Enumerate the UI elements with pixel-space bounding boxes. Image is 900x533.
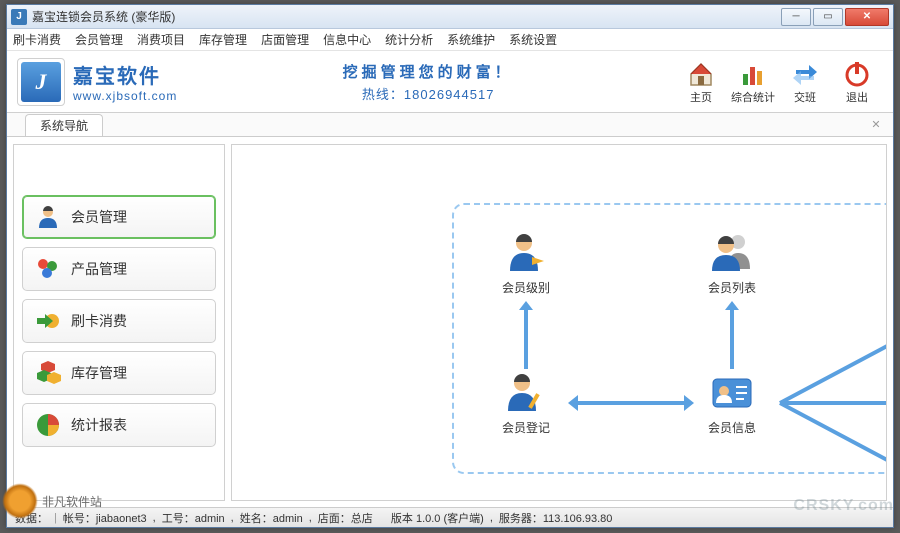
stats-button[interactable]: 综合统计: [731, 59, 775, 105]
shapes-icon: [35, 256, 61, 282]
boxes-icon: [35, 360, 61, 386]
app-window: J 嘉宝连锁会员系统 (豪华版) ─ ▭ ✕ 刷卡消费 会员管理 消费项目 库存…: [6, 4, 894, 528]
workspace: 会员管理 产品管理 刷卡消费 库存管理: [7, 138, 893, 507]
nav-product[interactable]: 产品管理: [22, 247, 216, 291]
arrow-up-icon: [524, 309, 528, 369]
menu-item[interactable]: 店面管理: [261, 31, 309, 48]
ribbon-actions: 主页 综合统计 交班 退出: [679, 59, 879, 105]
maximize-button[interactable]: ▭: [813, 8, 843, 26]
person-badge-icon: [504, 231, 548, 275]
titlebar: J 嘉宝连锁会员系统 (豪华版) ─ ▭ ✕: [7, 5, 893, 29]
status-data: 数据：: [15, 510, 48, 526]
edge-icon: [780, 401, 887, 405]
card-arrow-icon: [35, 308, 61, 334]
menu-item[interactable]: 信息中心: [323, 31, 371, 48]
window-title: 嘉宝连锁会员系统 (豪华版): [32, 8, 175, 25]
people-icon: [710, 231, 754, 275]
menu-item[interactable]: 消费项目: [137, 31, 185, 48]
shift-button[interactable]: 交班: [783, 59, 827, 105]
nav-panel: 会员管理 产品管理 刷卡消费 库存管理: [13, 144, 225, 501]
swap-icon: [790, 59, 820, 89]
node-member-register[interactable]: 会员登记: [486, 371, 566, 436]
brand-name: 嘉宝软件: [73, 60, 177, 89]
node-member-list[interactable]: 会员列表: [692, 231, 772, 296]
statusbar: 数据： | 帐号：jiabaonet3, 工号：admin, 姓名：admin,…: [7, 507, 893, 527]
bar-chart-icon: [738, 59, 768, 89]
arrow-h-icon: [574, 401, 686, 405]
arrowhead-left-icon: [568, 395, 578, 411]
menu-item[interactable]: 会员管理: [75, 31, 123, 48]
menubar: 刷卡消费 会员管理 消费项目 库存管理 店面管理 信息中心 统计分析 系统维护 …: [7, 29, 893, 51]
close-button[interactable]: ✕: [845, 8, 889, 26]
ribbon-center: 挖掘管理您的财富！ 热线：18026944517: [177, 61, 679, 103]
hotline: 热线：18026944517: [177, 84, 679, 103]
brand-text: 嘉宝软件 www.xjbsoft.com: [73, 60, 177, 103]
menu-item[interactable]: 刷卡消费: [13, 31, 61, 48]
menu-item[interactable]: 统计分析: [385, 31, 433, 48]
power-icon: [842, 59, 872, 89]
tab-nav[interactable]: 系统导航: [25, 114, 103, 136]
menu-item[interactable]: 系统维护: [447, 31, 495, 48]
menu-item[interactable]: 系统设置: [509, 31, 557, 48]
ribbon: J 嘉宝软件 www.xjbsoft.com 挖掘管理您的财富！ 热线：1802…: [7, 51, 893, 113]
node-member-level[interactable]: 会员级别: [486, 231, 566, 296]
nav-card[interactable]: 刷卡消费: [22, 299, 216, 343]
brand-logo: J: [17, 58, 65, 106]
pie-chart-icon: [35, 412, 61, 438]
minimize-button[interactable]: ─: [781, 8, 811, 26]
menu-item[interactable]: 库存管理: [199, 31, 247, 48]
exit-button[interactable]: 退出: [835, 59, 879, 105]
nav-member[interactable]: 会员管理: [22, 195, 216, 239]
nav-stock[interactable]: 库存管理: [22, 351, 216, 395]
main-panel: 会员级别 会员列表 会员登记 会员信息: [231, 144, 887, 501]
arrowhead-right-icon: [684, 395, 694, 411]
person-icon: [35, 204, 61, 230]
node-member-info[interactable]: 会员信息: [692, 371, 772, 436]
app-icon: J: [11, 9, 27, 25]
person-pen-icon: [504, 371, 548, 415]
brand-url: www.xjbsoft.com: [73, 89, 177, 103]
brand-logo-letter: J: [21, 62, 61, 102]
home-icon: [686, 59, 716, 89]
arrow-up-icon: [730, 309, 734, 369]
tab-close-icon[interactable]: ✕: [869, 117, 883, 131]
tabstrip: 系统导航 ✕: [7, 113, 893, 137]
home-button[interactable]: 主页: [679, 59, 723, 105]
nav-report[interactable]: 统计报表: [22, 403, 216, 447]
id-card-icon: [710, 371, 754, 415]
slogan: 挖掘管理您的财富！: [177, 61, 679, 82]
